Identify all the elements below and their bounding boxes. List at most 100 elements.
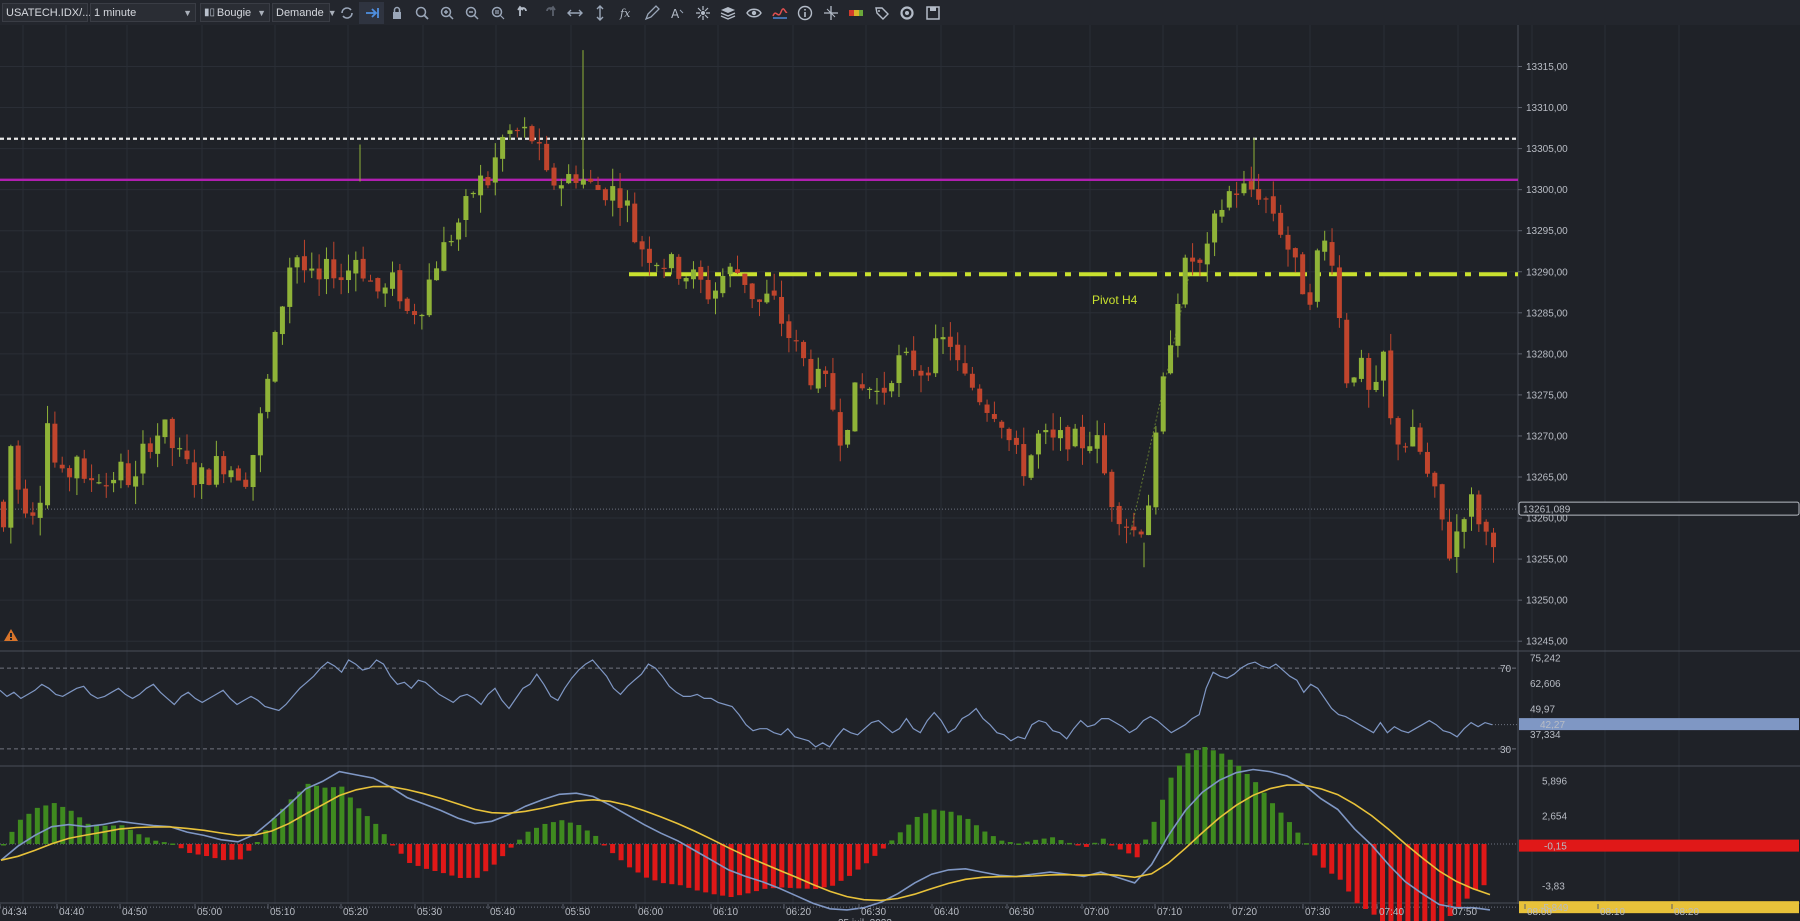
candle-body: [1424, 451, 1430, 474]
candle-body: [1439, 484, 1445, 520]
macd-histogram-bar: [880, 844, 886, 849]
undo-button[interactable]: [511, 2, 537, 24]
macd-histogram-bar: [1227, 759, 1233, 844]
candle-body: [412, 311, 418, 316]
macd-histogram-bar: [1303, 843, 1309, 845]
chart-canvas[interactable]: 13315,00 13310,00 13305,00 13300,00 13295,00…: [0, 25, 1800, 921]
crosshair-button[interactable]: [818, 2, 844, 24]
macd-histogram-bar: [94, 824, 100, 844]
candle: [1, 499, 6, 532]
candle-body: [1256, 189, 1262, 200]
rsi-level-low-label: 30: [1500, 745, 1512, 756]
macd-histogram-bar: [483, 844, 489, 872]
eye-button[interactable]: [741, 2, 767, 24]
symbol-select[interactable]: USATECH.IDX/...▼: [2, 3, 104, 22]
candle-body: [1432, 472, 1438, 487]
candle-body: [1454, 531, 1460, 558]
macd-histogram-bar: [940, 810, 946, 844]
macd-histogram-bar: [364, 816, 370, 844]
lock-button[interactable]: [384, 2, 409, 24]
tag-button[interactable]: [869, 2, 895, 24]
svg-text:A: A: [671, 7, 680, 21]
color-scheme-button[interactable]: [844, 2, 870, 24]
timeframe-select[interactable]: 1 minute ▼: [90, 3, 196, 22]
candle-body: [492, 157, 498, 183]
macd-histogram-bar: [424, 844, 430, 869]
zoom-fit-button[interactable]: [485, 2, 511, 24]
zoom-in-button[interactable]: [434, 2, 460, 24]
macd-histogram-bar: [948, 811, 954, 844]
candle-body: [962, 363, 968, 374]
redo-button[interactable]: [536, 2, 562, 24]
pencil-icon: [644, 4, 660, 20]
price-tick-label: 13280,00: [1526, 349, 1568, 360]
candle-body: [345, 270, 351, 281]
patterns-button[interactable]: [690, 2, 716, 24]
vertical-scale-button[interactable]: [588, 2, 614, 24]
candle-body: [654, 264, 660, 267]
candle-body: [397, 270, 403, 302]
candle-body: [984, 404, 990, 413]
candle-body: [514, 129, 520, 132]
macd-histogram-bar: [1100, 838, 1106, 844]
macd-histogram-bar: [863, 844, 869, 864]
zoom-icon: [415, 6, 429, 20]
macd-histogram-bar: [34, 807, 40, 844]
macd-histogram-bar: [703, 844, 709, 893]
candle-body: [779, 296, 785, 324]
candle-body: [441, 242, 447, 271]
candle-body: [742, 273, 748, 285]
macd-histogram-bar: [787, 844, 793, 888]
macd-histogram-bar: [1439, 844, 1445, 921]
info-button[interactable]: [792, 2, 818, 24]
candle-body: [947, 336, 953, 347]
candle: [1417, 422, 1423, 455]
vertical-scale-icon: [596, 4, 604, 21]
candle-body: [837, 412, 843, 446]
candle-body: [918, 370, 924, 376]
indicator-button[interactable]: [767, 2, 793, 24]
price-tick-label: 13285,00: [1526, 308, 1568, 319]
macd-histogram-bar: [601, 844, 607, 846]
zoom-out-button[interactable]: [460, 2, 486, 24]
macd-histogram-bar: [1176, 765, 1182, 844]
price-side-select[interactable]: Demande ▼: [272, 3, 337, 22]
candle-body: [301, 256, 307, 271]
macd-histogram-bar: [1058, 840, 1064, 844]
macd-histogram-bar: [161, 842, 167, 844]
candle-body: [566, 174, 572, 184]
candle-body: [309, 268, 315, 271]
settings-button[interactable]: [895, 2, 921, 24]
candle-body: [1491, 532, 1497, 548]
zoom-button[interactable]: [409, 2, 434, 24]
candle-body: [52, 423, 58, 463]
candle-body: [1028, 455, 1034, 478]
candle-body: [683, 278, 689, 282]
refresh-button[interactable]: [334, 2, 359, 24]
auto-scroll-button[interactable]: [359, 1, 384, 24]
candle-body: [991, 414, 997, 419]
candle-body: [617, 188, 623, 208]
candle-body: [1131, 526, 1137, 531]
chart-type-select[interactable]: ▮▯ Bougie ▼: [200, 3, 270, 22]
save-button[interactable]: [920, 2, 946, 24]
price-tick-label: 13315,00: [1526, 62, 1568, 73]
horizontal-scale-button[interactable]: [562, 2, 588, 24]
candle-body: [859, 384, 865, 389]
layers-button[interactable]: [716, 2, 742, 24]
candle-body: [999, 421, 1005, 428]
candle-body: [155, 435, 161, 454]
candle-body: [419, 314, 425, 317]
candle: [265, 374, 271, 419]
text-button[interactable]: A: [664, 2, 690, 24]
candle-body: [1087, 446, 1093, 451]
macd-histogram-bar: [381, 834, 387, 844]
candle: [1314, 248, 1320, 308]
candle-body: [1219, 209, 1225, 217]
fx-button[interactable]: fx: [613, 2, 639, 24]
symbol-label: USATECH.IDX/...: [6, 6, 92, 19]
macd-histogram-bar: [1, 844, 6, 846]
pencil-button[interactable]: [639, 2, 665, 24]
candle-body: [610, 186, 616, 201]
candle-body: [735, 269, 740, 273]
